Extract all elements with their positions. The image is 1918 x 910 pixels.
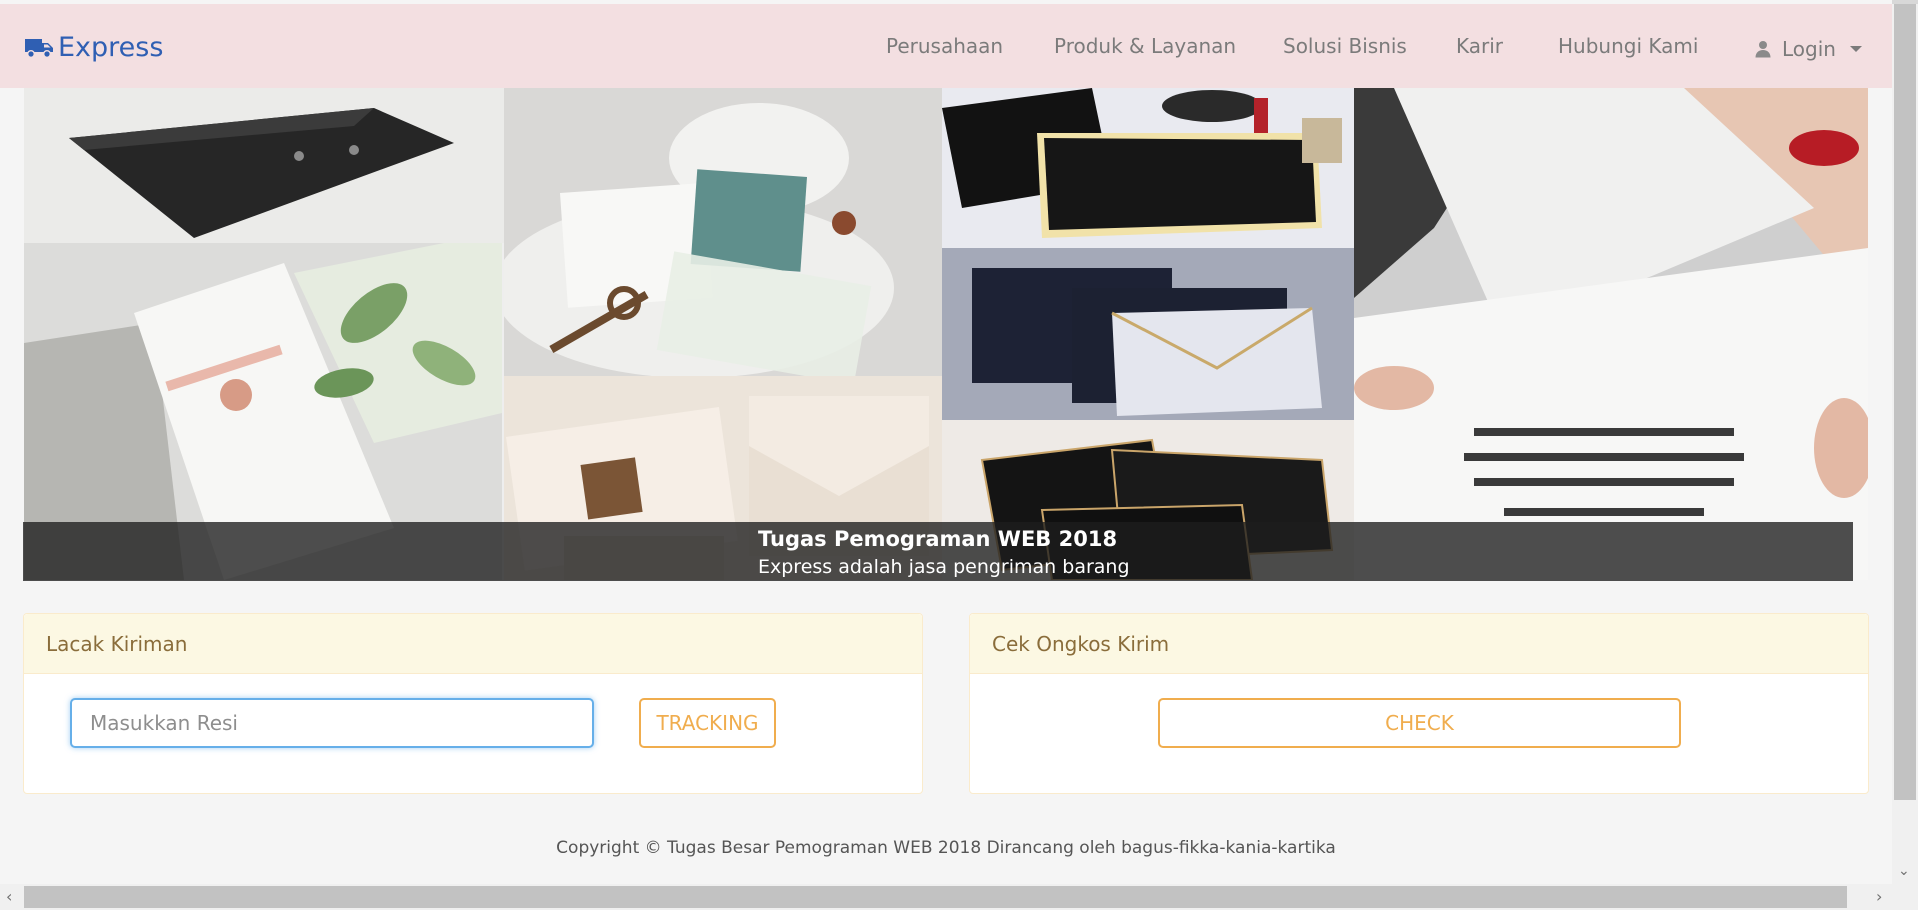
collage-image-botanical-invitation [504,88,942,376]
horizontal-scrollbar-thumb[interactable] [24,886,1847,908]
login-label: Login [1782,37,1836,61]
page-viewport: Express Perusahaan Produk & Layanan Solu… [0,0,1892,884]
collage-image-black-gold-envelopes [942,88,1354,248]
shipping-cost-panel: Cek Ongkos Kirim CHECK [969,613,1869,794]
nav-item-perusahaan[interactable]: Perusahaan [886,34,1003,64]
nav-item-karir[interactable]: Karir [1456,34,1503,64]
hero-caption: Tugas Pemograman WEB 2018 Express adalah… [23,522,1853,581]
truck-icon [25,39,53,58]
brand-label: Express [58,31,164,63]
caret-down-icon [1849,46,1862,52]
hero-caption-title: Tugas Pemograman WEB 2018 [758,527,1118,551]
login-dropdown[interactable]: Login [1754,34,1862,64]
nav-item-produk-layanan[interactable]: Produk & Layanan [1054,34,1236,64]
collage-image-addressed-envelope [1354,88,1868,580]
resi-input[interactable] [70,698,594,748]
collage-image-navy-envelopes [942,248,1354,420]
collage-image-black-envelope [24,88,504,243]
tracking-button[interactable]: TRACKING [639,698,776,748]
footer-copyright: Copyright © Tugas Besar Pemograman WEB 2… [556,838,1336,858]
brand-link[interactable]: Express [24,26,163,68]
nav-item-hubungi-kami[interactable]: Hubungi Kami [1558,34,1698,64]
vertical-scrollbar[interactable]: ⌄ [1892,4,1918,884]
tracking-panel-title: Lacak Kiriman [24,614,922,674]
horizontal-scrollbar[interactable]: ‹ › [0,884,1918,910]
check-button[interactable]: CHECK [1158,698,1681,748]
vertical-scrollbar-thumb[interactable] [1894,4,1916,800]
hero-caption-subtitle: Express adalah jasa pengriman barang [758,556,1130,578]
navbar: Express Perusahaan Produk & Layanan Solu… [0,4,1892,88]
tracking-panel: Lacak Kiriman TRACKING [23,613,923,794]
nav-item-solusi-bisnis[interactable]: Solusi Bisnis [1283,34,1407,64]
scroll-right-arrow-icon[interactable]: › [1876,887,1882,906]
scroll-down-arrow-icon[interactable]: ⌄ [1898,863,1910,879]
shipping-cost-panel-title: Cek Ongkos Kirim [970,614,1868,674]
scroll-left-arrow-icon[interactable]: ‹ [6,887,12,906]
hero-collage [24,88,1868,580]
user-icon [1755,41,1771,58]
